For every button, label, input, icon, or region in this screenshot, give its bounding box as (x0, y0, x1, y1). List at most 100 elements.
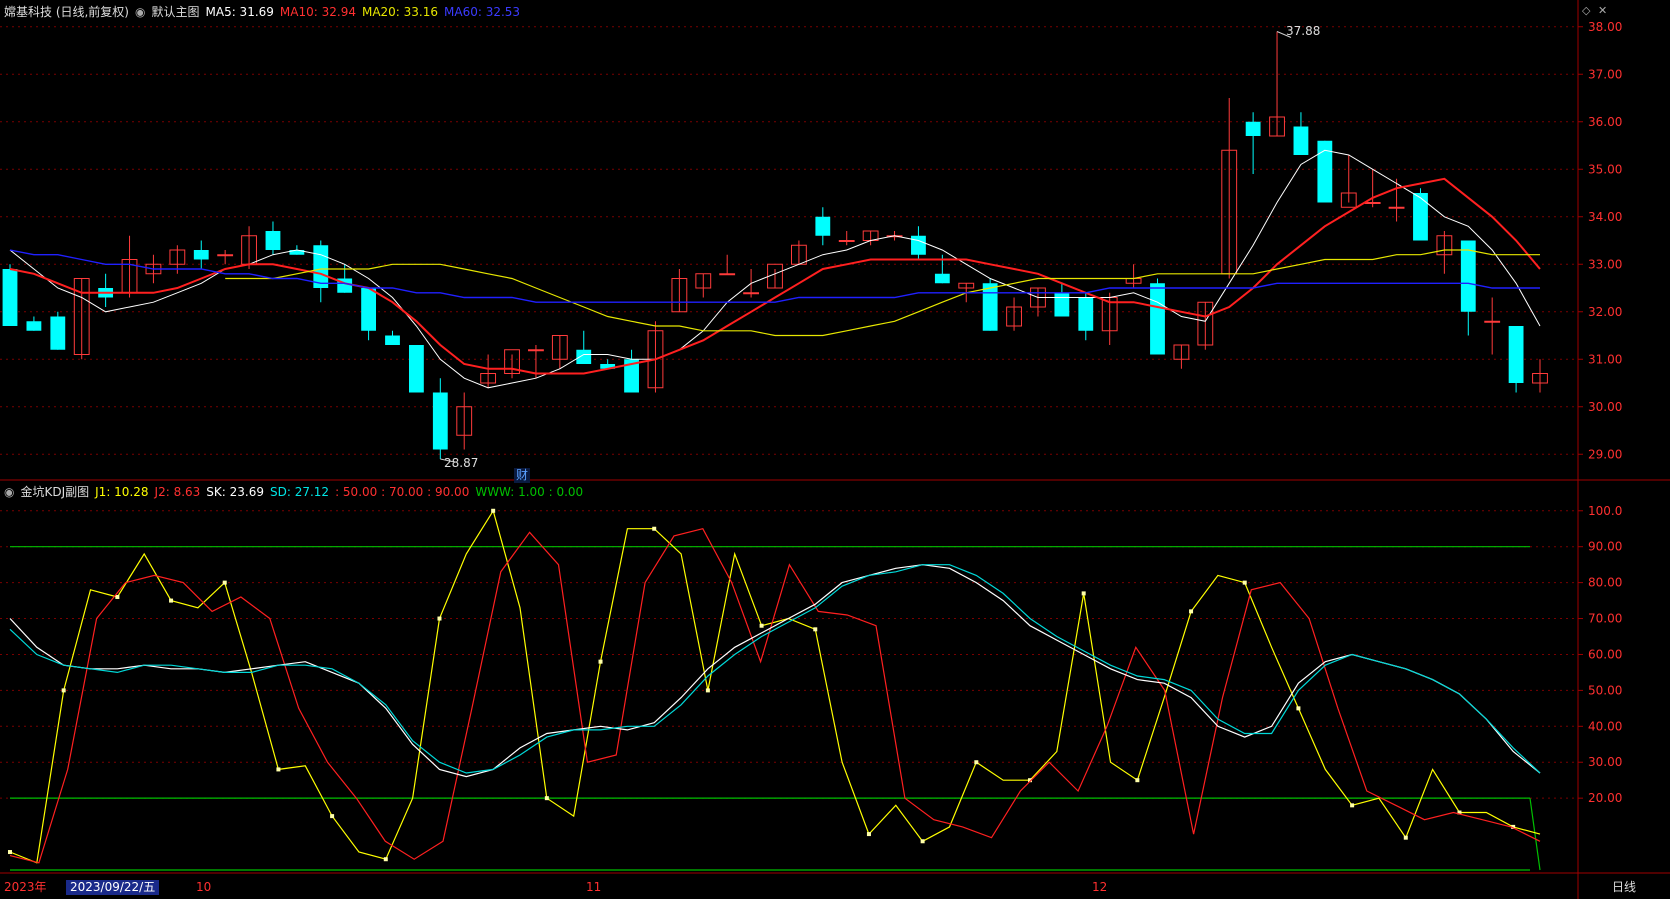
candle-body-up (1388, 206, 1405, 209)
j1-point-marker (813, 627, 818, 632)
j1-point-marker (974, 760, 979, 765)
j1-point-marker (222, 580, 227, 585)
candle-body-down (1508, 326, 1524, 383)
j1-point-marker (383, 857, 388, 862)
www-value: WWW: 1.00 : 0.00 (475, 485, 584, 499)
stock-title[interactable]: 嫦基科技 (日线,前复权) (4, 5, 129, 19)
price-tick-label: 30.00 (1588, 400, 1622, 414)
j1-point-marker (330, 814, 335, 819)
j1-point-marker (544, 796, 549, 801)
price-tick-label: 29.00 (1588, 447, 1622, 461)
j1-point-marker (1081, 591, 1086, 596)
candle-body-down (1413, 193, 1428, 241)
indicator-selector-icon[interactable]: ◉ (4, 485, 14, 499)
candle-body-down (982, 283, 998, 331)
candle-body-down (265, 231, 281, 250)
kdj-tick-label: 90.00 (1588, 540, 1622, 554)
kdj-line-sk (9, 564, 1541, 778)
j1-point-marker (491, 508, 496, 513)
kdj-tick-label: 100.0 (1588, 504, 1622, 518)
ma60-value: MA60: 32.53 (444, 5, 521, 19)
j1-point-marker (920, 839, 925, 844)
price-tick-label: 31.00 (1588, 352, 1622, 366)
sub-chart-header: ◉ 金坑KDJ副图 J1: 10.28 J2: 8.63 SK: 23.69 SD: 27… (4, 484, 589, 500)
kdj-tick-label: 50.00 (1588, 683, 1622, 697)
kdj-line-j2 (9, 528, 1541, 864)
indicator-title[interactable]: 金坑KDJ副图 (20, 485, 89, 499)
j2-value: J2: 8.63 (154, 485, 201, 499)
candle-body-up (528, 349, 544, 352)
candle-body-down (815, 216, 831, 236)
kdj-tick-label: 20.00 (1588, 791, 1622, 805)
chevron-down-icon[interactable]: ◉ (135, 5, 145, 19)
j1-point-marker (276, 767, 281, 772)
j1-point-marker (1135, 778, 1140, 783)
candle-body-down (193, 250, 209, 260)
j1-point-marker (437, 616, 442, 621)
price-tick-label: 37.00 (1588, 67, 1622, 81)
j1-point-marker (1296, 706, 1301, 711)
candle-body-down (1245, 121, 1261, 136)
price-tick-label: 38.00 (1588, 20, 1622, 34)
kdj-tick-label: 60.00 (1588, 647, 1622, 661)
year-label: 2023年 (4, 880, 47, 894)
j1-point-marker (8, 850, 12, 855)
candle-body-down (385, 335, 400, 345)
candle-body-up (838, 240, 855, 242)
period-label[interactable]: 日线 (1612, 880, 1636, 895)
candle-body-up (719, 273, 736, 276)
candle-body-down (26, 321, 42, 331)
ma10-value: MA10: 32.94 (279, 5, 356, 19)
candle-body-down (934, 273, 950, 284)
level-values: : 50.00 : 70.00 : 90.00 (335, 485, 470, 499)
ma5-value: MA5: 31.69 (205, 5, 274, 19)
kdj-tick-label: 80.00 (1588, 576, 1622, 590)
financial-report-marker[interactable]: 财 (514, 468, 531, 483)
cursor-date-label: 2023/09/22/五 (66, 880, 160, 895)
j1-point-marker (1189, 609, 1194, 614)
month-11-label: 11 (586, 880, 602, 894)
kdj-tick-label: 40.00 (1588, 719, 1622, 733)
j1-point-marker (652, 526, 657, 531)
month-10-label: 10 (196, 880, 212, 894)
candle-body-down (2, 269, 18, 326)
j1-value: J1: 10.28 (95, 485, 149, 499)
candle-body-down (408, 345, 424, 393)
j1-point-marker (169, 598, 174, 603)
candle-body-down (1054, 292, 1070, 317)
candle-body-up (743, 292, 760, 295)
j1-point-marker (1403, 835, 1408, 840)
candle-body-up (217, 254, 234, 257)
candle-body-down (1078, 297, 1094, 331)
kline-chart-canvas[interactable]: 38.00 37.00 36.00 35.00 34.00 33.00 32.00 31.00… (0, 0, 1670, 899)
main-view-selector[interactable]: 默认主图 (151, 5, 199, 19)
candle-body-up (1484, 320, 1501, 323)
candle-body-down (1150, 283, 1165, 355)
candle-body-down (432, 392, 448, 450)
j1-point-marker (1242, 580, 1247, 585)
diamond-icon[interactable]: ◇ (1582, 4, 1590, 17)
price-tick-label: 35.00 (1588, 162, 1622, 176)
price-tick-label: 32.00 (1588, 305, 1622, 319)
candle-body-up (1364, 202, 1381, 204)
kdj-tick-label: 70.00 (1588, 612, 1622, 626)
candle-body-down (361, 288, 377, 331)
candle-body-down (911, 235, 926, 255)
kdj-line-sd (9, 564, 1541, 774)
j1-point-marker (61, 688, 66, 693)
candle-body-down (576, 349, 592, 364)
j1-point-marker (705, 688, 710, 693)
ma20-value: MA20: 33.16 (361, 5, 439, 19)
kdj-line-j1 (9, 509, 1541, 864)
month-12-label: 12 (1092, 880, 1108, 894)
high-price-label: 37.88 (1286, 24, 1321, 38)
close-icon[interactable]: ✕ (1598, 4, 1607, 17)
price-tick-label: 34.00 (1588, 210, 1622, 224)
j1-point-marker (115, 594, 120, 599)
candle-body-down (50, 316, 66, 350)
candle-body-down (1293, 126, 1309, 155)
j1-point-marker (598, 659, 603, 664)
price-tick-label: 36.00 (1588, 115, 1622, 129)
main-chart-header: 嫦基科技 (日线,前复权) ◉ 默认主图 MA5: 31.69 MA10: 32.94 M… (4, 4, 526, 20)
price-tick-label: 33.00 (1588, 257, 1622, 271)
